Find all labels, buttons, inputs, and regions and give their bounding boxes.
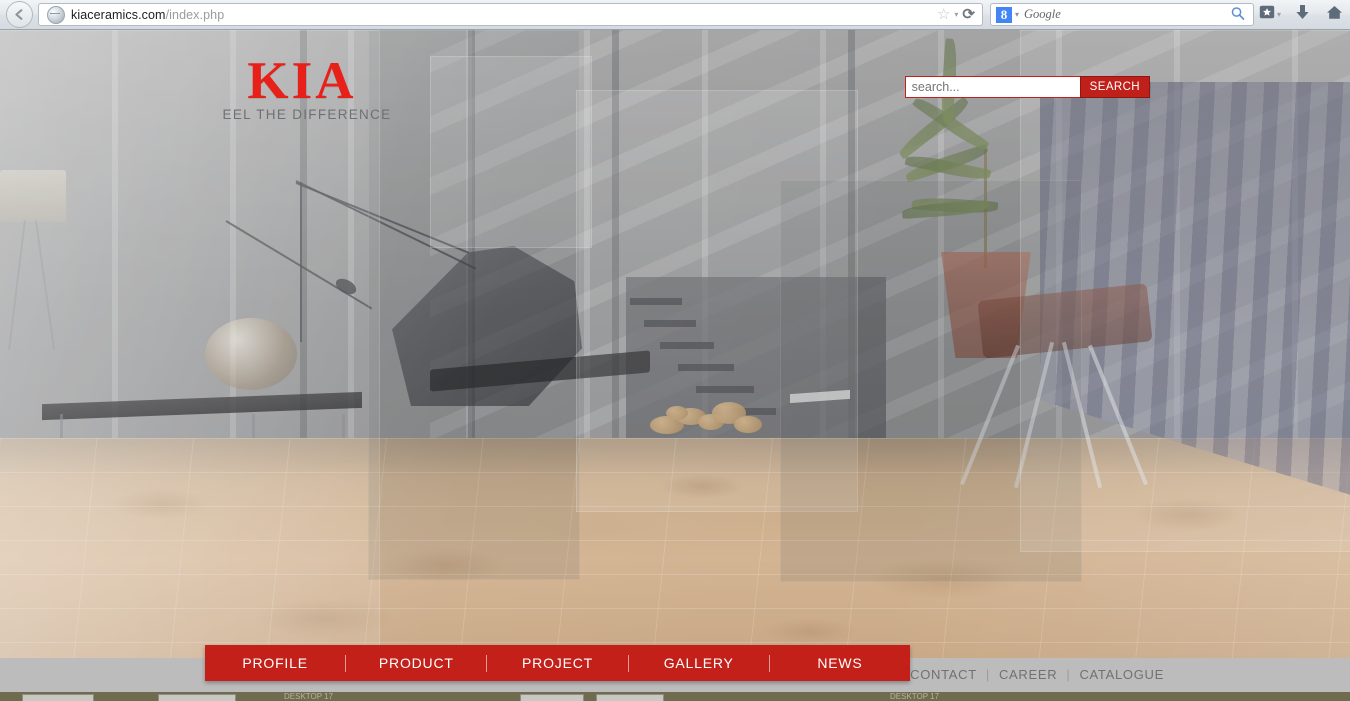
taskbar-label: DESKTOP 17 — [284, 692, 334, 701]
site-search: SEARCH — [904, 76, 1150, 98]
link-contact[interactable]: CONTACT — [910, 667, 977, 682]
taskbar-button[interactable] — [158, 694, 236, 701]
nav-item-project[interactable]: PROJECT — [487, 645, 627, 681]
url-domain: kiaceramics.com — [71, 7, 166, 22]
download-arrow-icon — [1295, 4, 1310, 26]
search-engine-chevron-icon[interactable]: ▾ — [1015, 10, 1019, 19]
link-catalogue[interactable]: CATALOGUE — [1079, 667, 1164, 682]
bookmarks-chevron-down-icon[interactable]: ▾ — [1277, 10, 1281, 19]
address-bar-url: kiaceramics.com/index.php — [71, 8, 224, 22]
browser-search-bar[interactable]: 8 ▾ Google — [990, 3, 1254, 26]
downloads-button[interactable] — [1286, 0, 1318, 30]
search-icon[interactable] — [1228, 4, 1250, 26]
main-navigation: PROFILE PRODUCT PROJECT GALLERY NEWS — [205, 645, 910, 681]
address-bar[interactable]: kiaceramics.com/index.php ☆ ▾ ⟳ — [38, 3, 983, 26]
link-separator: | — [985, 667, 990, 682]
nav-item-profile[interactable]: PROFILE — [205, 645, 345, 681]
nav-item-product[interactable]: PRODUCT — [346, 645, 486, 681]
bookmark-star-icon[interactable]: ☆ — [937, 7, 950, 22]
logo-wordmark: KIA — [247, 52, 357, 110]
desktop-taskbar: DESKTOP 17 DESKTOP 17 — [0, 692, 1350, 701]
bookmarks-button[interactable]: ▾ — [1254, 0, 1286, 30]
web-page: KIA EEL THE DIFFERENCE SEARCH PROFILE PR… — [0, 30, 1350, 701]
bookmarks-star-icon — [1259, 5, 1275, 24]
back-button[interactable] — [4, 0, 34, 30]
hero-banner-image: KIA EEL THE DIFFERENCE SEARCH — [0, 30, 1350, 658]
search-engine-label: Google — [1024, 7, 1061, 21]
home-icon — [1326, 5, 1343, 25]
screen: kiaceramics.com/index.php ☆ ▾ ⟳ 8 ▾ Goog… — [0, 0, 1350, 701]
logo-tagline: EEL THE DIFFERENCE — [222, 107, 392, 123]
hero-glass-pane — [0, 30, 380, 658]
hero-glass-pane — [1020, 30, 1350, 552]
link-separator: | — [1066, 667, 1071, 682]
hero-glass-pane — [430, 56, 592, 248]
home-button[interactable] — [1318, 0, 1350, 30]
link-career[interactable]: CAREER — [999, 667, 1057, 682]
google-icon: 8 — [996, 6, 1012, 23]
search-button[interactable]: SEARCH — [1079, 76, 1150, 98]
taskbar-button[interactable] — [596, 694, 664, 701]
secondary-links: CONTACT | CAREER | CATALOGUE — [910, 667, 1164, 682]
chevron-down-icon[interactable]: ▾ — [954, 10, 958, 19]
taskbar-button[interactable] — [22, 694, 94, 701]
nav-item-gallery[interactable]: GALLERY — [629, 645, 769, 681]
nav-item-news[interactable]: NEWS — [770, 645, 910, 681]
browser-toolbar: kiaceramics.com/index.php ☆ ▾ ⟳ 8 ▾ Goog… — [0, 0, 1350, 30]
back-arrow-icon — [5, 1, 33, 28]
taskbar-label: DESKTOP 17 — [890, 692, 940, 701]
globe-favicon-icon — [47, 5, 65, 24]
taskbar-button[interactable] — [520, 694, 584, 701]
site-logo[interactable]: KIA EEL THE DIFFERENCE — [212, 52, 392, 123]
url-path: /index.php — [165, 7, 225, 22]
search-input[interactable] — [904, 76, 1080, 98]
address-bar-icons: ☆ ▾ ⟳ — [937, 7, 982, 22]
reload-icon[interactable]: ⟳ — [962, 7, 975, 22]
